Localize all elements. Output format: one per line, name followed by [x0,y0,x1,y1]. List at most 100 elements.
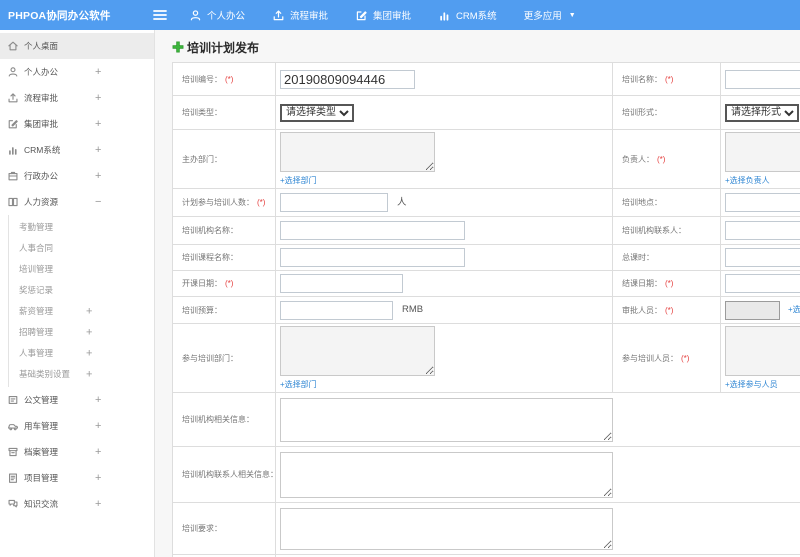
sidebar-item-8[interactable]: 用车管理 + [0,413,154,439]
sidebar-subitem-label: 奖惩记录 [19,285,54,295]
approvers-field-cell: +选择审批人员 [720,296,800,324]
sidebar-subitem-3[interactable]: 奖惩记录 [9,280,154,301]
required-marker: (*) [681,353,690,363]
host-department-textarea[interactable] [280,132,435,172]
expand-icon[interactable]: + [86,322,92,343]
chart-icon [9,147,17,155]
sidebar-subitem-5[interactable]: 招聘管理 + [9,322,154,343]
form-row: 培训类型： 请选择类型 培训形式： 请选择形式 [172,95,800,130]
participating-staff-field-cell: +选择参与人员 [720,323,800,393]
expand-icon[interactable]: + [95,420,101,432]
expand-icon[interactable]: + [95,472,101,484]
required-marker: (*) [225,279,234,288]
sidebar-subitem-6[interactable]: 人事管理 + [9,343,154,364]
institution-contact-input[interactable] [725,221,800,240]
nav-item-label: 集团审批 [373,11,412,22]
expand-icon[interactable]: + [95,498,101,510]
expand-icon[interactable]: − [95,196,101,208]
institution-name-label: 培训机构名称： [172,216,276,245]
form-row: 开课日期： (*) 结课日期： (*) [172,270,800,297]
expand-icon[interactable]: + [86,301,92,322]
sidebar-subitem-0[interactable]: 考勤管理 [9,217,154,238]
person-in-charge-textarea[interactable] [725,132,800,172]
sidebar-item-label: CRM系统 [24,145,61,155]
participating-departments-textarea[interactable] [280,326,435,376]
total-hours-field-cell [720,244,800,271]
budget-label: 培训预算： [172,296,276,324]
expand-icon[interactable]: + [95,170,101,182]
sidebar-item-1[interactable]: 个人办公 + [0,59,154,85]
participating-staff-picker-link[interactable]: +选择参与人员 [725,379,800,390]
training-no-input[interactable] [280,69,415,89]
training-type-select[interactable]: 请选择类型 [280,103,354,122]
sidebar-item-2[interactable]: 流程审批 + [0,85,154,111]
start-date-input[interactable] [280,274,403,293]
nav-item-3[interactable]: CRM系统 [438,8,497,22]
nav-item-2[interactable]: 集团审批 [355,8,411,22]
budget-input[interactable] [280,300,393,320]
sidebar-item-11[interactable]: 知识交流 + [0,491,154,517]
sidebar-subitem-4[interactable]: 薪资管理 + [9,301,154,322]
training-name-input[interactable] [725,69,800,89]
sidebar-subitem-1[interactable]: 人事合同 [9,238,154,259]
nav-item-4[interactable]: 更多应用 ▼ [524,8,576,22]
sidebar-item-10[interactable]: 项目管理 + [0,465,154,491]
required-marker: (*) [665,74,674,84]
approvers-input[interactable] [725,300,780,320]
expand-icon[interactable]: + [86,343,92,364]
expand-icon[interactable]: + [86,364,92,385]
sidebar-item-label: 行政办公 [24,171,59,181]
training-location-input[interactable] [725,193,800,212]
institution-info-textarea[interactable] [280,397,613,442]
sidebar-item-label: 个人办公 [24,67,59,77]
total-hours-input[interactable] [725,248,800,267]
end-date-input[interactable] [725,274,800,293]
participating-staff-textarea[interactable] [725,326,800,376]
participating-departments-picker-link[interactable]: +选择部门 [280,379,608,390]
project-icon [9,473,17,483]
nav-item-label: 个人办公 [207,11,246,22]
sidebar-item-3[interactable]: 集团审批 + [0,111,154,137]
sidebar-item-0[interactable]: 个人桌面 [0,33,154,59]
page-title: 培训计划发布 [172,39,800,55]
nav-item-label: 更多应用 [523,11,562,22]
training-form-select[interactable]: 请选择形式 [725,103,799,122]
expand-icon[interactable]: + [95,118,101,130]
expand-icon[interactable]: + [95,144,101,156]
institution-contact-info-textarea[interactable] [280,451,613,498]
sidebar-item-label: 用车管理 [24,421,59,431]
start-date-field-cell [275,270,613,297]
sidebar-item-7[interactable]: 公文管理 + [0,387,154,413]
planned-participants-input[interactable] [280,193,388,212]
sidebar-item-4[interactable]: CRM系统 + [0,137,154,163]
sidebar-toggle-button[interactable] [147,9,173,21]
sidebar-subitem-label: 考勤管理 [19,222,54,232]
nav-item-1[interactable]: 流程审批 [272,8,328,22]
training-requirements-textarea[interactable] [280,507,613,550]
sidebar-subitem-7[interactable]: 基础类别设置 + [9,364,154,385]
form-row: 培训机构相关信息： [172,392,800,447]
approvers-picker-link[interactable]: +选择审批人员 [788,305,800,314]
sidebar-item-label: 项目管理 [24,473,59,483]
nav-item-0[interactable]: 个人办公 [189,8,245,22]
training-name-label: 培训名称： (*) [612,62,721,96]
sidebar-subitem-2[interactable]: 培训管理 [9,259,154,280]
sidebar-item-5[interactable]: 行政办公 + [0,163,154,189]
course-name-input[interactable] [280,248,465,267]
person-in-charge-picker-link[interactable]: +选择负责人 [725,175,800,186]
sidebar-subitem-label: 薪资管理 [19,306,54,316]
hamburger-icon [153,10,167,20]
end-date-field-cell [720,270,800,297]
expand-icon[interactable]: + [95,66,101,78]
required-marker: (*) [225,74,234,84]
sidebar-submenu: 考勤管理 人事合同 培训管理 奖惩记录 薪资管理 + 招聘管理 + 人事管理 + 基础类别设置 + [8,215,154,387]
expand-icon[interactable]: + [95,92,101,104]
host-department-picker-link[interactable]: +选择部门 [280,175,608,186]
expand-icon[interactable]: + [95,394,101,406]
chat-icon [8,499,18,508]
sidebar-item-9[interactable]: 档案管理 + [0,439,154,465]
institution-contact-info-label: 培训机构联系人相关信息： [172,446,278,503]
expand-icon[interactable]: + [95,446,101,458]
sidebar-item-6[interactable]: 人力资源 − [0,189,154,215]
institution-name-input[interactable] [280,221,465,240]
